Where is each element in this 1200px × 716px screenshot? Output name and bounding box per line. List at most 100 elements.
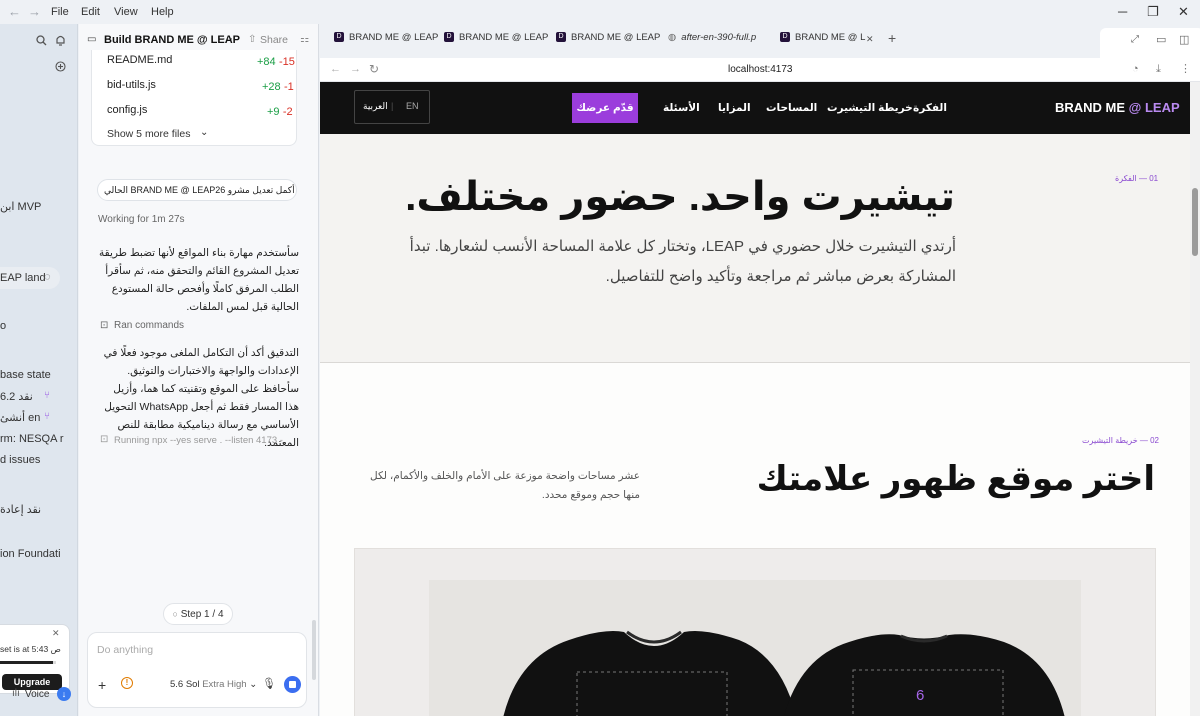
site-favicon-icon: D (780, 32, 790, 43)
chat-title[interactable]: Build BRAND ME @ LEAP (104, 34, 240, 46)
share-icon[interactable]: ⇧ (248, 34, 256, 45)
add-attachment-icon[interactable]: + (98, 677, 106, 693)
thread-item[interactable]: ابن MVP (0, 200, 41, 213)
page-scrollbar[interactable] (1190, 82, 1200, 716)
new-thread-icon[interactable] (55, 61, 66, 72)
menu-file[interactable]: File (51, 6, 69, 18)
browser-tab[interactable]: D BRAND ME @ LEAP (556, 32, 660, 52)
thread-item[interactable]: نقد 6.2 (0, 390, 33, 403)
running-command-status: Running npx --yes serve . --listen 4173 … (114, 435, 283, 446)
thread-item[interactable]: base state (0, 369, 51, 381)
site-favicon-icon: D (556, 32, 566, 43)
chat-composer[interactable]: Do anything + ! 5.6 Sol Extra High ⌄ 🎙 (87, 632, 307, 708)
file-name[interactable]: README.md (107, 54, 172, 66)
more-vertical-icon[interactable]: ⋮ (1180, 62, 1191, 75)
terminal-icon: ⊡ (100, 434, 109, 445)
globe-icon: ◍ (668, 32, 677, 43)
nav-link-idea[interactable]: الفكرة (913, 102, 947, 114)
scrollbar-thumb[interactable] (1192, 188, 1198, 256)
panel-icon[interactable]: ▭ (1156, 33, 1166, 46)
folder-icon: ▭ (87, 34, 97, 45)
shirt-map-section: 02 — خريطة التيشيرت اختر موقع ظهور علامت… (320, 363, 1190, 716)
active-thread-highlight[interactable]: EAP land ◌ (0, 267, 60, 289)
more-icon[interactable]: ··· (222, 33, 233, 45)
show-more-files-button[interactable]: Show 5 more files (107, 128, 190, 140)
nav-link-spaces[interactable]: المساحات (766, 102, 817, 114)
back-arrow-icon[interactable]: ← (8, 4, 21, 19)
model-selector[interactable]: 5.6 Sol Extra High ⌄ (170, 679, 257, 690)
brand-logo[interactable]: BRAND ME @ LEAP (1055, 100, 1180, 115)
ran-commands-toggle[interactable]: Ran commands (114, 320, 184, 331)
comment-icon[interactable]: ◔ (1132, 63, 1139, 75)
reload-icon[interactable]: ↻ (369, 62, 379, 76)
hero-subtitle: أرتدي التيشيرت خلال حضوري في LEAP، وتختا… (409, 238, 956, 285)
back-icon[interactable]: ← (330, 63, 341, 75)
step-indicator[interactable]: ○ Step 1 / 4 (163, 603, 233, 625)
thread-item[interactable]: rm: NESQA r (0, 433, 64, 445)
restore-icon[interactable]: ❐ (1147, 4, 1159, 20)
menu-view[interactable]: View (114, 6, 138, 18)
lang-english-option[interactable]: EN (406, 101, 419, 111)
file-name[interactable]: bid-utils.js (107, 79, 156, 91)
url-field[interactable]: localhost:4173 (728, 64, 793, 75)
terminal-icon: ⊡ (100, 320, 109, 331)
stop-icon (289, 681, 296, 688)
usage-reset-text: set is at 5:43 ص (0, 644, 61, 654)
search-icon[interactable] (36, 35, 47, 46)
app-titlebar: ← → File Edit View Help ─ ❐ ✕ (0, 0, 1200, 24)
branch-icon: ⑂ (44, 411, 50, 422)
language-switcher[interactable]: العربية | EN (354, 90, 430, 124)
file-name[interactable]: config.js (107, 104, 147, 116)
menu-help[interactable]: Help (151, 6, 174, 18)
voice-icon[interactable]: ılı (12, 688, 20, 699)
file-diff-stat: +9 -2 (267, 106, 293, 118)
browser-tab[interactable]: ◍ after-en-390-full.p (668, 32, 768, 52)
new-tab-button[interactable]: + (888, 30, 896, 46)
spinner-icon: ◌ (44, 271, 51, 283)
site-favicon-icon: D (444, 32, 454, 43)
agent-chat-panel: ▭ Build BRAND ME @ LEAP ··· ⇧ Share ⚏ RE… (79, 24, 319, 716)
layout-toggle-icon[interactable]: ⚏ (300, 34, 309, 45)
thread-item[interactable]: o (0, 320, 6, 332)
chat-scrollbar[interactable] (312, 620, 316, 680)
close-tab-icon[interactable]: ✕ (866, 34, 874, 45)
submit-offer-button[interactable]: قدّم عرضك (572, 93, 638, 123)
menu-edit[interactable]: Edit (81, 6, 100, 18)
assistant-message: سأستخدم مهارة بناء المواقع لأنها تضبط طر… (99, 247, 299, 313)
warning-icon[interactable]: ! (121, 677, 133, 689)
upgrade-button[interactable]: Upgrade (2, 674, 62, 690)
thread-item[interactable]: d issues (0, 454, 40, 466)
browser-tab-active[interactable]: D BRAND ME @ L (780, 32, 870, 52)
site-favicon-icon: D (334, 32, 344, 43)
browser-tab[interactable]: D BRAND ME @ LEAP (444, 32, 548, 52)
tshirt-image: 6 (429, 580, 1081, 716)
microphone-icon[interactable]: 🎙 (262, 677, 276, 690)
composer-input[interactable]: Do anything (97, 644, 153, 656)
user-prompt-chip[interactable]: الحالي BRAND ME @ LEAP26 أكمل تعديل مشرو (97, 179, 297, 201)
thread-item[interactable]: ion Foundati (0, 548, 61, 560)
stop-button[interactable] (284, 676, 301, 693)
close-notice-icon[interactable]: ✕ (52, 628, 60, 639)
download-icon[interactable]: ⤓ (1156, 63, 1161, 76)
shirt-zone-number[interactable]: 6 (916, 687, 924, 704)
forward-icon[interactable]: → (350, 63, 361, 75)
section-label-shirt-map: 02 — خريطة التيشيرت (1082, 436, 1159, 445)
nav-link-faq[interactable]: الأسئلة (663, 102, 700, 114)
expand-icon[interactable]: ⤢ (1131, 34, 1139, 45)
nav-link-shirt-map[interactable]: خريطة التيشيرت (827, 102, 913, 114)
forward-arrow-icon[interactable]: → (28, 4, 41, 19)
browser-tab[interactable]: D BRAND ME @ LEAP (334, 32, 438, 52)
share-button[interactable]: Share (260, 34, 288, 46)
changed-files-card: README.md +84 -15 bid-utils.js +28 -1 co… (91, 50, 297, 146)
close-icon[interactable]: ✕ (1178, 4, 1189, 20)
chevron-down-icon[interactable]: ⌄ (200, 127, 208, 138)
download-icon[interactable]: ↓ (57, 687, 71, 701)
bell-icon[interactable] (55, 34, 66, 46)
minimize-icon[interactable]: ─ (1118, 4, 1127, 19)
lang-arabic-option[interactable]: العربية (363, 101, 388, 112)
thread-item[interactable]: نقد إعادة (0, 503, 41, 516)
voice-label[interactable]: Voice (25, 689, 49, 700)
thread-item[interactable]: أنشئ en (0, 411, 40, 424)
layout-icon[interactable]: ◫ (1179, 33, 1189, 46)
nav-link-features[interactable]: المزايا (718, 102, 751, 114)
